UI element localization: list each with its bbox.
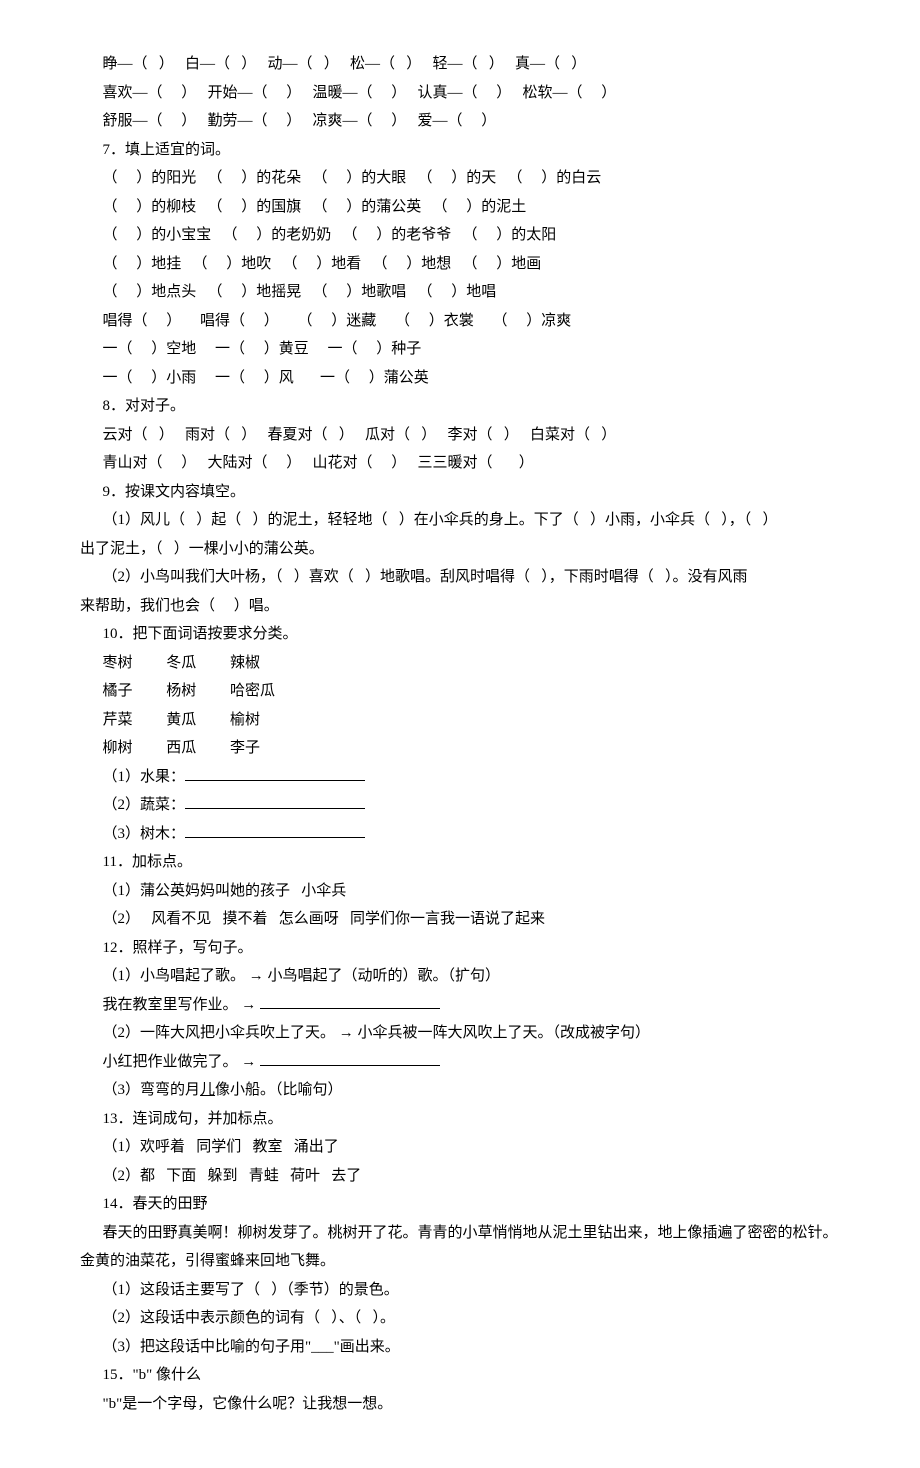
text-line: 来帮助，我们也会（ ）唱。	[80, 592, 860, 621]
text-line: 舒服—（ ） 勤劳—（ ） 凉爽—（ ） 爱—（ ）	[80, 107, 860, 136]
text-line: 橘子 杨树 哈密瓜	[80, 677, 860, 706]
text-line: 唱得（ ） 唱得（ ） （ ）迷藏 （ ）衣裳 （ ）凉爽	[80, 307, 860, 336]
text-line: 柳树 西瓜 李子	[80, 734, 860, 763]
text-line: （1）蒲公英妈妈叫她的孩子 小伞兵	[80, 877, 860, 906]
underlined-char: 儿	[200, 1082, 215, 1098]
blank-line	[260, 1050, 440, 1066]
text-line: 10．把下面词语按要求分类。	[80, 620, 860, 649]
text-line: （1）水果：	[80, 763, 860, 792]
text-line: （2）小鸟叫我们大叶杨，（ ）喜欢（ ）地歌唱。刮风时唱得（ ），下雨时唱得（ …	[80, 563, 860, 592]
text-line: 睁—（ ） 白—（ ） 动—（ ） 松—（ ） 轻—（ ） 真—（ ）	[80, 50, 860, 79]
text-line: （ ）的小宝宝 （ ）的老奶奶 （ ）的老爷爷 （ ）的太阳	[80, 221, 860, 250]
blank-line	[185, 822, 365, 838]
text-line: 9．按课文内容填空。	[80, 478, 860, 507]
text-line: （1）这段话主要写了（ ）（季节）的景色。	[80, 1276, 860, 1305]
text-line: 7．填上适宜的词。	[80, 136, 860, 165]
text-line: （1）风儿（ ）起（ ）的泥土，轻轻地（ ）在小伞兵的身上。下了（ ）小雨，小伞…	[80, 506, 860, 535]
blank-line	[185, 793, 365, 809]
text-line: （3）树木：	[80, 820, 860, 849]
text-line: （3）把这段话中比喻的句子用"___"画出来。	[80, 1333, 860, 1362]
text-line: 出了泥土，（ ）一棵小小的蒲公英。	[80, 535, 860, 564]
text-line: （ ）的阳光 （ ）的花朵 （ ）的大眼 （ ）的天 （ ）的白云	[80, 164, 860, 193]
text-line: 一（ ）空地 一（ ）黄豆 一（ ）种子	[80, 335, 860, 364]
text-line: （ ）地挂 （ ）地吹 （ ）地看 （ ）地想 （ ）地画	[80, 250, 860, 279]
text-line: 芹菜 黄瓜 榆树	[80, 706, 860, 735]
text-line: 一（ ）小雨 一（ ）风 一（ ）蒲公英	[80, 364, 860, 393]
text-line: 喜欢—（ ） 开始—（ ） 温暖—（ ） 认真—（ ） 松软—（ ）	[80, 79, 860, 108]
text-line: "b"是一个字母，它像什么呢？让我想一想。	[80, 1390, 860, 1419]
text-line: 15．"b" 像什么	[80, 1361, 860, 1390]
text-line: 云对（ ） 雨对（ ） 春夏对（ ） 瓜对（ ） 李对（ ） 白菜对（ ）	[80, 421, 860, 450]
text-line: （2）这段话中表示颜色的词有（ ）、（ ）。	[80, 1304, 860, 1333]
document-body: 睁—（ ） 白—（ ） 动—（ ） 松—（ ） 轻—（ ） 真—（ ）喜欢—（ …	[80, 50, 860, 1418]
text-line: 我在教室里写作业。 →	[80, 991, 860, 1020]
text-line: 11．加标点。	[80, 848, 860, 877]
text-line: 青山对（ ） 大陆对（ ） 山花对（ ） 三三暖对（ ）	[80, 449, 860, 478]
text-line: （3）弯弯的月儿像小船。（比喻句）	[80, 1076, 860, 1105]
text-line: （2）都 下面 躲到 青蛙 荷叶 去了	[80, 1162, 860, 1191]
text-line: 春天的田野真美啊！柳树发芽了。桃树开了花。青青的小草悄悄地从泥土里钻出来，地上像…	[80, 1219, 860, 1248]
text-line: （1）欢呼着 同学们 教室 涌出了	[80, 1133, 860, 1162]
text-line: 8．对对子。	[80, 392, 860, 421]
text-line: （2）一阵大风把小伞兵吹上了天。 → 小伞兵被一阵大风吹上了天。（改成被字句）	[80, 1019, 860, 1048]
text-line: （ ）地点头 （ ）地摇晃 （ ）地歌唱 （ ）地唱	[80, 278, 860, 307]
text-line: 13．连词成句，并加标点。	[80, 1105, 860, 1134]
text-line: （2）蔬菜：	[80, 791, 860, 820]
blank-line	[260, 993, 440, 1009]
text-line: 14．春天的田野	[80, 1190, 860, 1219]
text-line: （1）小鸟唱起了歌。 → 小鸟唱起了（动听的）歌。（扩句）	[80, 962, 860, 991]
text-line: 金黄的油菜花，引得蜜蜂来回地飞舞。	[80, 1247, 860, 1276]
text-line: 小红把作业做完了。 →	[80, 1048, 860, 1077]
text-line: 枣树 冬瓜 辣椒	[80, 649, 860, 678]
blank-line	[185, 765, 365, 781]
text-line: （ ）的柳枝 （ ）的国旗 （ ）的蒲公英 （ ）的泥土	[80, 193, 860, 222]
text-line: 12．照样子，写句子。	[80, 934, 860, 963]
text-line: （2） 风看不见 摸不着 怎么画呀 同学们你一言我一语说了起来	[80, 905, 860, 934]
